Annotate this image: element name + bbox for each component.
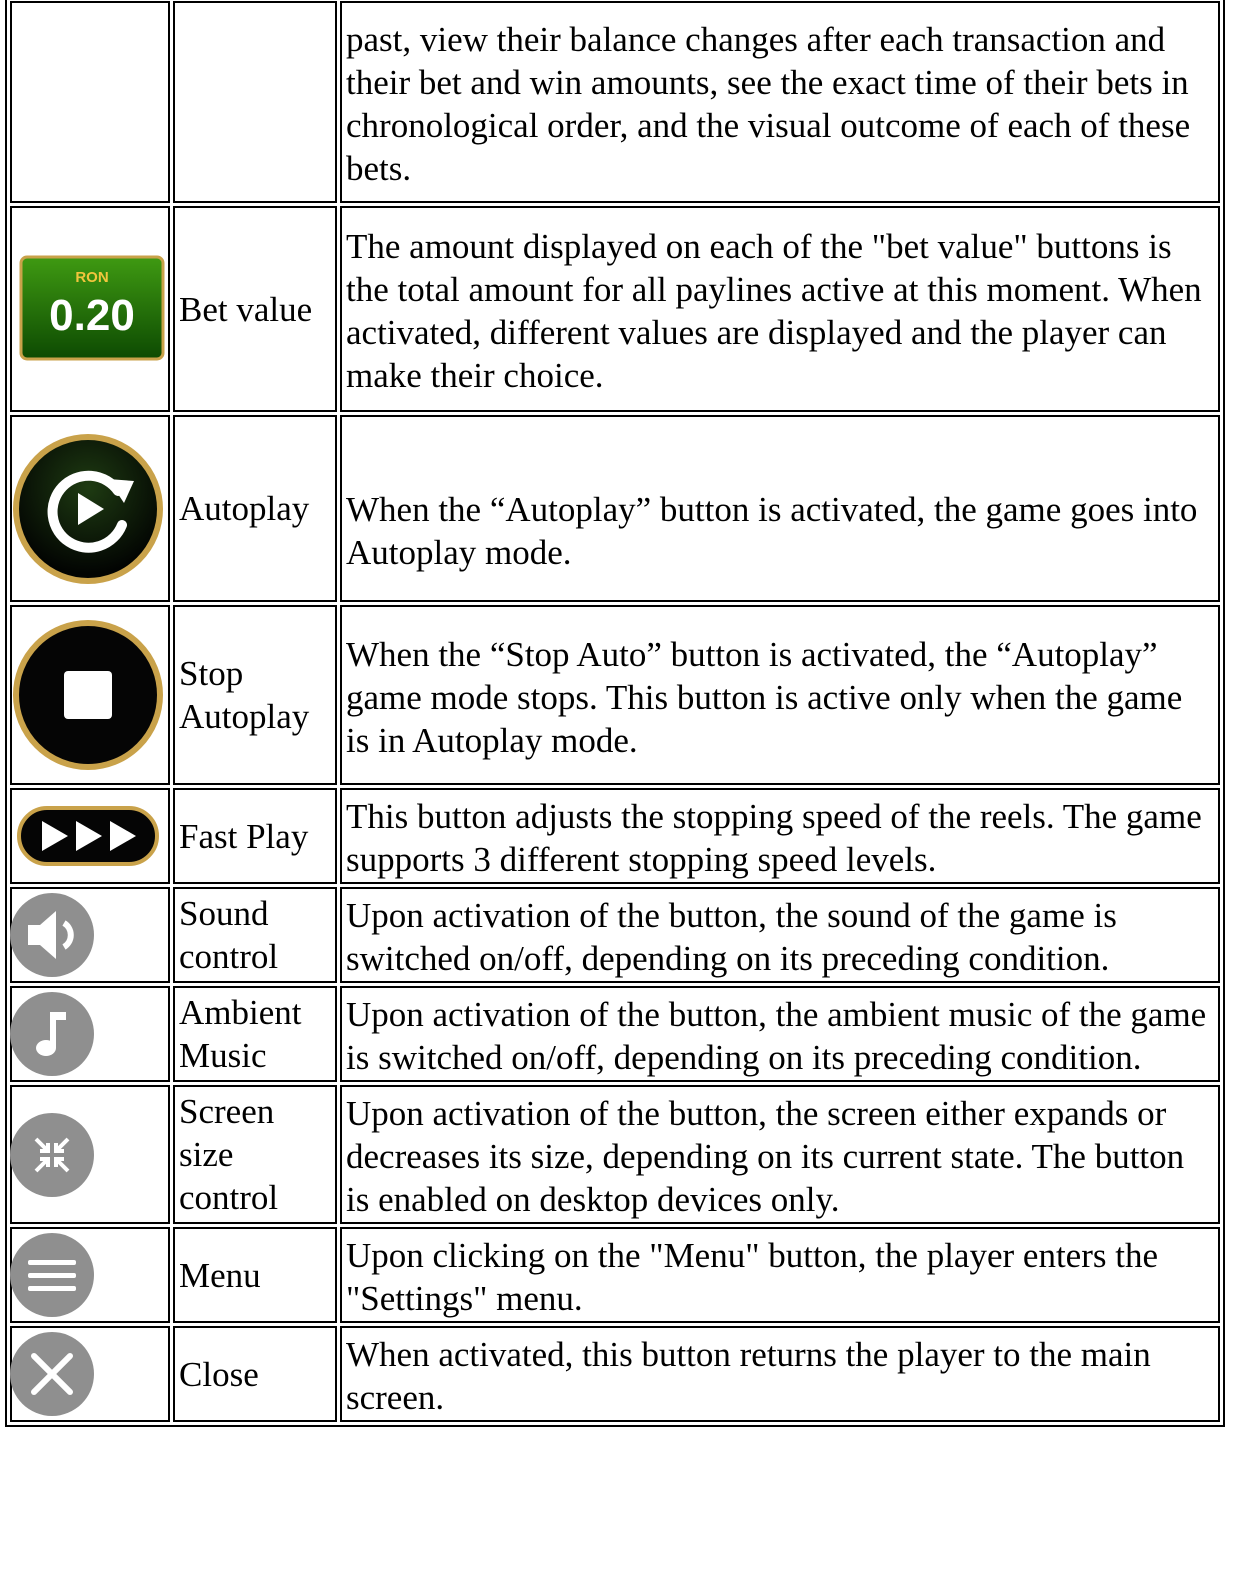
icon-cell: RON 0.20 [10, 206, 170, 412]
icon-cell [10, 605, 170, 785]
table-row: Stop Autoplay When the “Stop Auto” butto… [10, 605, 1220, 785]
autoplay-icon [13, 433, 163, 584]
table-row: Sound control Upon activation of the but… [10, 887, 1220, 983]
icon-cell [10, 1227, 170, 1323]
name-cell: Close [173, 1326, 337, 1422]
name-cell: Menu [173, 1227, 337, 1323]
name-cell [173, 1, 337, 203]
icon-cell [10, 887, 170, 983]
description-cell: This button adjusts the stopping speed o… [340, 788, 1220, 884]
description-text: Upon clicking on the "Menu" button, the … [346, 1236, 1158, 1318]
table-row: Menu Upon clicking on the "Menu" button,… [10, 1227, 1220, 1323]
name-cell: Bet value [173, 206, 337, 412]
name-cell: Sound control [173, 887, 337, 983]
stop-icon [13, 620, 163, 770]
description-text: The amount displayed on each of the "bet… [346, 227, 1202, 395]
description-text: past, view their balance changes after e… [346, 20, 1191, 188]
description-text: This button adjusts the stopping speed o… [346, 797, 1202, 879]
description-text: When the “Autoplay” button is activated,… [346, 490, 1198, 572]
music-button [10, 992, 94, 1076]
table-row: Ambient Music Upon activation of the but… [10, 986, 1220, 1082]
description-text: Upon activation of the button, the ambie… [346, 995, 1207, 1077]
music-note-icon [36, 1012, 66, 1056]
name-cell: Ambient Music [173, 986, 337, 1082]
icon-cell [10, 986, 170, 1082]
description-cell: Upon clicking on the "Menu" button, the … [340, 1227, 1220, 1323]
shrink-screen-icon [34, 1137, 70, 1172]
description-cell: Upon activation of the button, the ambie… [340, 986, 1220, 1082]
menu-button [10, 1233, 94, 1317]
description-cell: When the “Autoplay” button is activated,… [340, 415, 1220, 602]
table-row: Close When activated, this button return… [10, 1326, 1220, 1422]
description-cell: When activated, this button returns the … [340, 1326, 1220, 1422]
icon-cell [10, 415, 170, 602]
close-icon [31, 1353, 73, 1395]
badge-currency: RON [75, 269, 108, 286]
speaker-icon [28, 911, 74, 959]
table-row: Fast Play This button adjusts the stoppi… [10, 788, 1220, 884]
icon-cell [10, 1, 170, 203]
sound-button [10, 893, 94, 977]
table-row: RON 0.20 Bet value The amount displayed … [10, 206, 1220, 412]
description-text: When the “Stop Auto” button is activated… [346, 634, 1183, 760]
description-cell: past, view their balance changes after e… [340, 1, 1220, 203]
icon-cell [10, 788, 170, 884]
fast-play-icon [17, 806, 159, 866]
table-row: past, view their balance changes after e… [10, 1, 1220, 203]
name-cell: Stop Autoplay [173, 605, 337, 785]
description-cell: The amount displayed on each of the "bet… [340, 206, 1220, 412]
description-text: When activated, this button returns the … [346, 1335, 1151, 1417]
name-cell: Fast Play [173, 788, 337, 884]
icon-cell [10, 1326, 170, 1422]
name-cell: Screen size control [173, 1085, 337, 1224]
description-cell: Upon activation of the button, the scree… [340, 1085, 1220, 1224]
table-row: Autoplay When the “Autoplay” button is a… [10, 415, 1220, 602]
help-table: past, view their balance changes after e… [5, 0, 1225, 1427]
name-cell: Autoplay [173, 415, 337, 602]
screen-size-button [10, 1112, 94, 1197]
close-button [10, 1332, 94, 1416]
description-text: Upon activation of the button, the sound… [346, 896, 1117, 978]
description-cell: When the “Stop Auto” button is activated… [340, 605, 1220, 785]
description-text: Upon activation of the button, the scree… [346, 1094, 1185, 1219]
icon-cell [10, 1085, 170, 1224]
badge-value: 0.20 [49, 291, 135, 340]
hamburger-menu-icon [28, 1260, 76, 1291]
description-cell: Upon activation of the button, the sound… [340, 887, 1220, 983]
table-row: Screen size control Upon activation of t… [10, 1085, 1220, 1224]
bet-value-badge: RON 0.20 [19, 255, 165, 361]
